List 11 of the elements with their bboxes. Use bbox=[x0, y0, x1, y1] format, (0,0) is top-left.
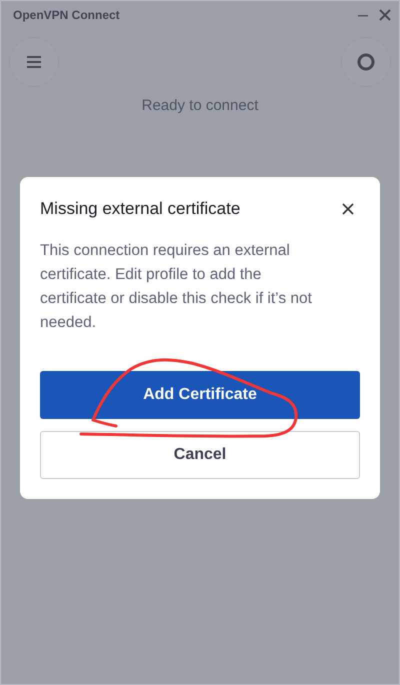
close-button[interactable] bbox=[340, 201, 356, 217]
add-certificate-button[interactable]: Add Certificate bbox=[40, 371, 360, 419]
dialog-message: This connection requires an external certificate. Edit profile to add the certificate or disable this check if it’s not needed. bbox=[40, 241, 313, 333]
close-icon[interactable] bbox=[379, 9, 391, 21]
status-text: Ready to connect bbox=[140, 97, 260, 114]
window-title: OpenVPN Connect bbox=[13, 8, 121, 22]
menu-icon bbox=[27, 56, 41, 68]
settings-icon bbox=[357, 53, 375, 71]
close-icon bbox=[342, 203, 354, 215]
cancel-button[interactable]: Cancel bbox=[40, 431, 360, 479]
dialog-title: Missing external certificate bbox=[40, 199, 240, 219]
